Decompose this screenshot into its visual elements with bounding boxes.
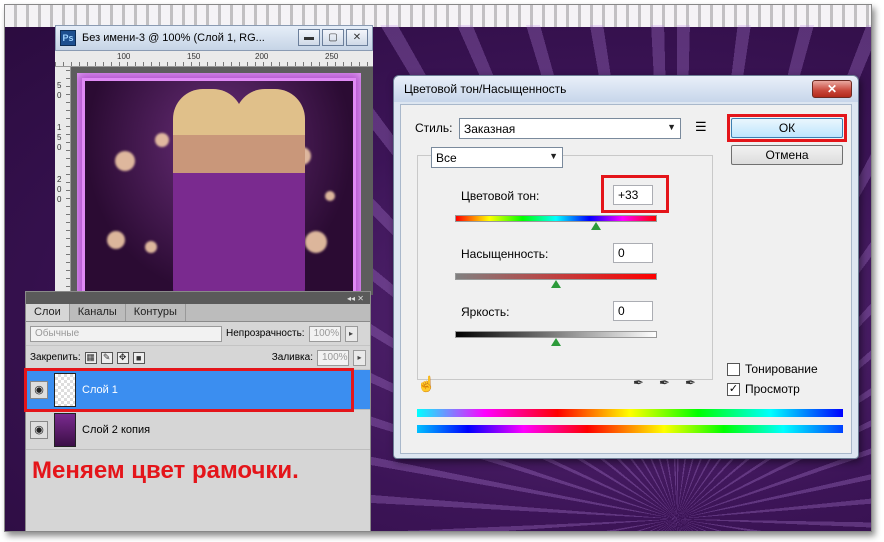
hue-slider-thumb[interactable] [591, 222, 601, 230]
screenshot-frame: Ps Без имени-3 @ 100% (Слой 1, RG... ▬ ▢… [4, 4, 872, 532]
saturation-field[interactable]: 0 [613, 243, 653, 263]
document-canvas[interactable] [71, 67, 373, 303]
layers-panel: ◂◂ ✕ Слои Каналы Контуры Обычные Непрозр… [24, 291, 371, 531]
layer-name: Слой 1 [82, 383, 118, 396]
close-icon[interactable]: ✕ [346, 29, 368, 46]
fill-arrow-icon[interactable]: ▸ [353, 349, 366, 366]
ruler-tick: 200 [255, 52, 269, 61]
lightness-slider-thumb[interactable] [551, 338, 561, 346]
ruler-tick: 2 [57, 175, 62, 184]
eyedropper-minus-icon[interactable]: ✒ [685, 375, 701, 391]
torn-edge [5, 5, 871, 27]
lightness-label: Яркость: [461, 305, 510, 319]
collapse-icon[interactable]: ◂◂ ✕ [347, 294, 364, 303]
style-select[interactable]: Заказная ▼ [459, 118, 681, 139]
layer-row[interactable]: ◉ Слой 2 копия [26, 410, 370, 450]
chevron-down-icon: ▼ [549, 151, 558, 161]
channel-select[interactable]: Все ▼ [431, 147, 563, 168]
color-bar-result [417, 425, 843, 433]
saturation-slider-thumb[interactable] [551, 280, 561, 288]
close-icon[interactable]: ✕ [812, 80, 852, 98]
ruler-tick: 0 [57, 143, 62, 152]
maximize-button[interactable]: ▢ [322, 29, 344, 46]
lock-label: Закрепить: [30, 352, 81, 363]
color-bar-source [417, 409, 843, 417]
opacity-arrow-icon[interactable]: ▸ [344, 325, 358, 342]
layer-name: Слой 2 копия [82, 423, 151, 436]
minimize-button[interactable]: ▬ [298, 29, 320, 46]
fill-label: Заливка: [271, 352, 313, 363]
cancel-button[interactable]: Отмена [731, 145, 843, 165]
layer-row[interactable]: ◉ Слой 1 [24, 368, 370, 412]
tab-paths[interactable]: Контуры [126, 304, 186, 321]
lock-all-icon[interactable]: ■ [132, 351, 145, 364]
eyedropper-icon[interactable]: ✒ [633, 375, 649, 391]
saturation-label: Насыщенность: [461, 247, 549, 261]
dialog-title: Цветовой тон/Насыщенность [394, 76, 858, 102]
lock-move-icon[interactable]: ✥ [116, 351, 129, 364]
colorize-label: Тонирование [745, 362, 818, 376]
hand-tool-icon[interactable]: ☝ [417, 375, 436, 393]
visibility-eye-icon[interactable]: ◉ [30, 420, 48, 439]
ruler-top: 100 150 200 250 [55, 51, 373, 67]
ruler-tick: 0 [57, 91, 62, 100]
lightness-slider[interactable] [455, 331, 657, 338]
preview-label: Просмотр [745, 382, 800, 396]
hue-saturation-dialog: Цветовой тон/Насыщенность ✕ Стиль: Заказ… [393, 75, 859, 459]
ruler-left: 5 0 1 5 0 2 0 0 [55, 67, 71, 295]
tab-layers[interactable]: Слои [26, 304, 70, 321]
hue-slider[interactable] [455, 215, 657, 222]
lightness-field[interactable]: 0 [613, 301, 653, 321]
ruler-tick: 150 [187, 52, 201, 61]
annotation-caption: Меняем цвет рамочки. [32, 457, 299, 484]
hue-label: Цветовой тон: [461, 189, 540, 203]
photo-frame [77, 73, 361, 303]
opacity-field[interactable]: 100% [308, 325, 341, 342]
ok-button[interactable]: ОК [731, 118, 843, 138]
ruler-tick: 1 [57, 123, 62, 132]
visibility-eye-icon[interactable]: ◉ [30, 380, 48, 399]
ruler-tick: 0 [57, 195, 62, 204]
layer-thumbnail [54, 412, 76, 447]
opacity-label: Непрозрачность: [226, 328, 305, 339]
document-title: Без имени-3 @ 100% (Слой 1, RG... [82, 32, 265, 44]
channel-value: Все [436, 150, 457, 165]
colorize-checkbox[interactable] [727, 363, 740, 376]
style-value: Заказная [464, 121, 516, 136]
lock-brush-icon[interactable]: ✎ [100, 351, 113, 364]
document-titlebar[interactable]: Ps Без имени-3 @ 100% (Слой 1, RG... ▬ ▢… [55, 25, 373, 51]
preset-menu-icon[interactable]: ☰ [695, 119, 707, 135]
ruler-tick: 5 [57, 81, 62, 90]
hue-field[interactable]: +33 [613, 185, 653, 205]
tab-channels[interactable]: Каналы [70, 304, 126, 321]
photo-image [82, 78, 356, 298]
ruler-tick: 0 [57, 185, 62, 194]
preview-checkbox[interactable]: ✓ [727, 383, 740, 396]
style-label: Стиль: [415, 121, 453, 135]
blend-mode-select[interactable]: Обычные [30, 325, 222, 342]
ruler-tick: 5 [57, 133, 62, 142]
chevron-down-icon: ▼ [667, 122, 676, 132]
ruler-tick: 250 [325, 52, 339, 61]
lock-transparency-icon[interactable]: ▦ [84, 351, 97, 364]
layer-thumbnail [54, 372, 76, 407]
eyedropper-plus-icon[interactable]: ✒ [659, 375, 675, 391]
saturation-slider[interactable] [455, 273, 657, 280]
ruler-tick: 100 [117, 52, 131, 61]
photoshop-icon: Ps [60, 30, 76, 46]
fill-field[interactable]: 100% [317, 349, 349, 366]
